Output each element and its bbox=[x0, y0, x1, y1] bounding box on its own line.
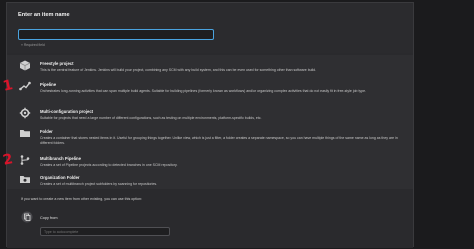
type-name: Folder bbox=[40, 129, 53, 134]
item-name-input[interactable] bbox=[18, 29, 214, 40]
pipeline-icon bbox=[19, 81, 31, 91]
type-folder[interactable]: Folder Creates a container that stores n… bbox=[7, 127, 413, 147]
type-description: Creates a set of Pipeline projects accor… bbox=[40, 163, 178, 167]
type-organization-folder[interactable]: Organization Folder Creates a set of mul… bbox=[7, 173, 413, 193]
copy-from-label: Copy from bbox=[40, 216, 58, 220]
new-item-panel: Enter an item name » Required field Free… bbox=[6, 2, 414, 248]
copy-from-hint: If you want to create a new item from ot… bbox=[21, 197, 143, 201]
type-multibranch-pipeline[interactable]: Multibranch Pipeline Creates a set of Pi… bbox=[7, 154, 413, 174]
copy-from-section: If you want to create a new item from ot… bbox=[7, 192, 413, 248]
type-name: Pipeline bbox=[40, 82, 57, 87]
type-description: Creates a container that stores nested i… bbox=[40, 136, 398, 145]
type-name: Multibranch Pipeline bbox=[40, 156, 81, 161]
type-description: Creates a set of multibranch project sub… bbox=[40, 182, 158, 186]
type-description: Orchestrates long-running activities tha… bbox=[40, 89, 367, 93]
item-name-section: Enter an item name » Required field bbox=[7, 3, 413, 53]
folder-icon bbox=[20, 130, 30, 137]
type-pipeline[interactable]: Pipeline Orchestrates long-running activ… bbox=[7, 80, 413, 100]
organization-folder-icon bbox=[20, 176, 30, 183]
page-title: Enter an item name bbox=[18, 12, 70, 18]
type-name: Freestyle project bbox=[40, 61, 74, 66]
type-multi-configuration-project[interactable]: Multi-configuration project Suitable for… bbox=[7, 107, 413, 127]
required-field-hint: » Required field bbox=[21, 43, 45, 47]
type-freestyle-project[interactable]: Freestyle project This is the central fe… bbox=[7, 59, 413, 79]
multi-configuration-icon bbox=[19, 107, 31, 119]
freestyle-box-icon bbox=[19, 60, 31, 71]
copy-icon bbox=[21, 211, 33, 223]
copy-from-input[interactable] bbox=[40, 227, 170, 236]
multibranch-icon bbox=[20, 155, 30, 165]
type-description: This is the central feature of Jenkins. … bbox=[40, 68, 317, 72]
type-description: Suitable for projects that need a large … bbox=[40, 116, 262, 120]
type-name: Multi-configuration project bbox=[40, 109, 94, 114]
type-name: Organization Folder bbox=[40, 175, 80, 180]
item-type-list: Freestyle project This is the central fe… bbox=[7, 55, 413, 189]
